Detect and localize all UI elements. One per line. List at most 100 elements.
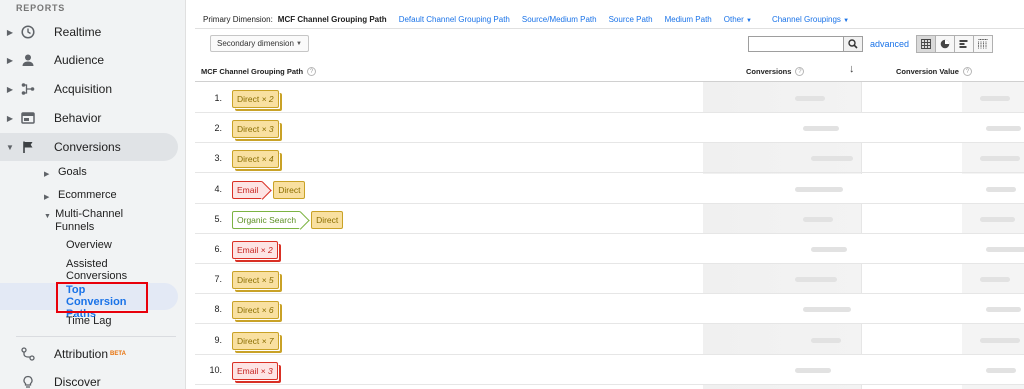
sidebar-item-goals[interactable]: ▶ Goals: [44, 166, 87, 181]
column-header-conversion-value[interactable]: Conversion Value ?: [896, 67, 972, 76]
obscured-conversions-value: [811, 247, 847, 252]
bar-view-button[interactable]: [954, 35, 974, 53]
sidebar-item-realtime[interactable]: ▶ Realtime: [0, 18, 180, 46]
clock-icon: [20, 24, 36, 40]
obscured-conversion-value: [986, 247, 1024, 252]
obscured-conversion-value: [986, 186, 1016, 192]
channel-chip-direct: Direct: [311, 210, 344, 229]
table-row: 6. Email × 2: [195, 234, 1024, 264]
channel-label: Organic Search: [237, 214, 297, 225]
sidebar-item-audience[interactable]: ▶ Audience: [0, 46, 180, 74]
search-button[interactable]: [844, 36, 863, 52]
lightbulb-icon: [20, 374, 36, 389]
other-label: Other: [723, 15, 744, 24]
behavior-icon: [20, 110, 36, 126]
table-row: 5. Organic Search Direct: [195, 204, 1024, 234]
pie-view-button[interactable]: [935, 35, 955, 53]
obscured-conversions-value: [803, 126, 839, 132]
beta-badge: BETA: [110, 351, 126, 357]
conversion-path: Direct × 3: [232, 120, 286, 139]
help-icon[interactable]: ?: [307, 67, 317, 76]
row-number: 8.: [214, 304, 222, 315]
dimension-link-medium-path[interactable]: Medium Path: [665, 15, 712, 24]
pivot-view-button[interactable]: [973, 35, 993, 53]
obscured-conversion-value: [980, 156, 1020, 162]
sidebar-item-label: Attribution: [54, 347, 109, 361]
sidebar-item-attribution[interactable]: Attribution BETA: [0, 340, 180, 368]
dimension-link-default-channel-grouping-path[interactable]: Default Channel Grouping Path: [399, 15, 510, 24]
sidebar: REPORTS ▶ Realtime ▶ Audience ▶ Acquisit…: [0, 0, 186, 389]
sidebar-item-label: Behavior: [54, 111, 102, 125]
column-header-path[interactable]: MCF Channel Grouping Path ?: [201, 67, 317, 76]
channel-multiplier: × 4: [261, 154, 274, 165]
row-number: 7.: [214, 274, 222, 285]
help-icon[interactable]: ?: [962, 67, 972, 76]
channel-chip-direct: Direct × 5: [232, 271, 279, 290]
sidebar-item-multi-channel-funnels[interactable]: ▼ Multi-Channel Funnels: [44, 208, 134, 234]
channel-label: Email: [237, 184, 259, 195]
conversion-path: Direct × 4: [232, 150, 286, 169]
channel-label: Direct: [237, 94, 260, 104]
obscured-conversions-value: [803, 216, 833, 222]
sidebar-item-overview[interactable]: Overview: [66, 239, 112, 251]
sidebar-item-conversions[interactable]: ▼ Conversions: [0, 133, 178, 161]
goals-label: Goals: [58, 166, 87, 178]
advanced-filter-link[interactable]: advanced: [870, 39, 909, 49]
channel-label: Direct: [237, 154, 260, 165]
channel-chip-direct: Direct × 6: [232, 301, 279, 320]
column-header-label: Conversion Value: [896, 67, 959, 76]
table-row: 8. Direct × 6: [195, 294, 1024, 325]
obscured-conversions-value: [795, 367, 831, 373]
secondary-dimension-dropdown[interactable]: Secondary dimension ▼: [210, 35, 309, 52]
channel-chip-direct: Direct × 2: [232, 90, 279, 108]
pivot-table-icon: [978, 39, 988, 49]
channel-label: Email: [237, 365, 259, 376]
conversion-path: Direct × 6: [232, 301, 286, 320]
obscured-conversions-value: [795, 96, 825, 101]
grid-icon: [921, 39, 931, 49]
dimension-link-source-path[interactable]: Source Path: [609, 15, 653, 24]
obscured-conversion-value: [986, 307, 1021, 313]
caret-right-icon: ▶: [44, 171, 50, 178]
channel-chip-direct: Direct × 4: [232, 150, 279, 169]
sidebar-item-time-lag[interactable]: Time Lag: [66, 315, 111, 327]
table-header: MCF Channel Grouping Path ? Conversions …: [195, 60, 1024, 82]
obscured-conversion-value: [980, 337, 1020, 343]
sidebar-item-acquisition[interactable]: ▶ Acquisition: [0, 75, 180, 103]
column-header-conversions[interactable]: Conversions ?: [746, 67, 805, 76]
sidebar-item-behavior[interactable]: ▶ Behavior: [0, 104, 180, 132]
secondary-dimension-label: Secondary dimension: [217, 39, 294, 48]
table-row: 7. Direct × 5: [195, 264, 1024, 295]
table-view-button[interactable]: [916, 35, 936, 53]
table-row: 2. Direct × 3: [195, 113, 1024, 144]
help-icon[interactable]: ?: [795, 67, 805, 76]
row-number: 5.: [214, 213, 222, 224]
row-number: 4.: [214, 183, 222, 194]
sidebar-item-label: Audience: [54, 53, 105, 67]
channel-chip-organic: Organic Search: [232, 210, 302, 229]
channel-chip-email: Email: [232, 180, 264, 199]
sidebar-item-ecommerce[interactable]: ▶ Ecommerce: [44, 189, 117, 204]
channel-multiplier: × 6: [261, 305, 274, 316]
channel-multiplier: × 3: [260, 365, 273, 376]
sidebar-divider: [16, 336, 176, 337]
channel-label: Direct: [237, 335, 260, 346]
caret-right-icon: ▶: [6, 55, 14, 65]
table-row: 3. Direct × 4: [195, 143, 1024, 174]
caret-right-icon: ▶: [6, 113, 14, 123]
caret-right-icon: ▶: [6, 27, 14, 37]
mcf-label: Multi-Channel Funnels: [55, 208, 124, 233]
sidebar-item-discover[interactable]: Discover: [0, 368, 180, 389]
row-number: 2.: [214, 123, 222, 134]
obscured-conversions-value: [795, 277, 837, 283]
obscured-conversion-value: [980, 277, 1010, 283]
dimension-link-source-medium-path[interactable]: Source/Medium Path: [522, 15, 597, 24]
channel-label: Direct: [237, 275, 260, 286]
channel-groupings-dropdown[interactable]: Channel Groupings ▼: [772, 15, 849, 24]
channel-label: Direct: [237, 124, 260, 135]
dimension-link-other[interactable]: Other ▼: [724, 15, 752, 24]
caret-down-icon: ▼: [44, 213, 51, 220]
sort-descending-icon[interactable]: ↓: [849, 63, 855, 75]
table-search-input[interactable]: [748, 36, 844, 52]
sidebar-item-assisted-conversions[interactable]: Assisted Conversions: [66, 258, 146, 282]
